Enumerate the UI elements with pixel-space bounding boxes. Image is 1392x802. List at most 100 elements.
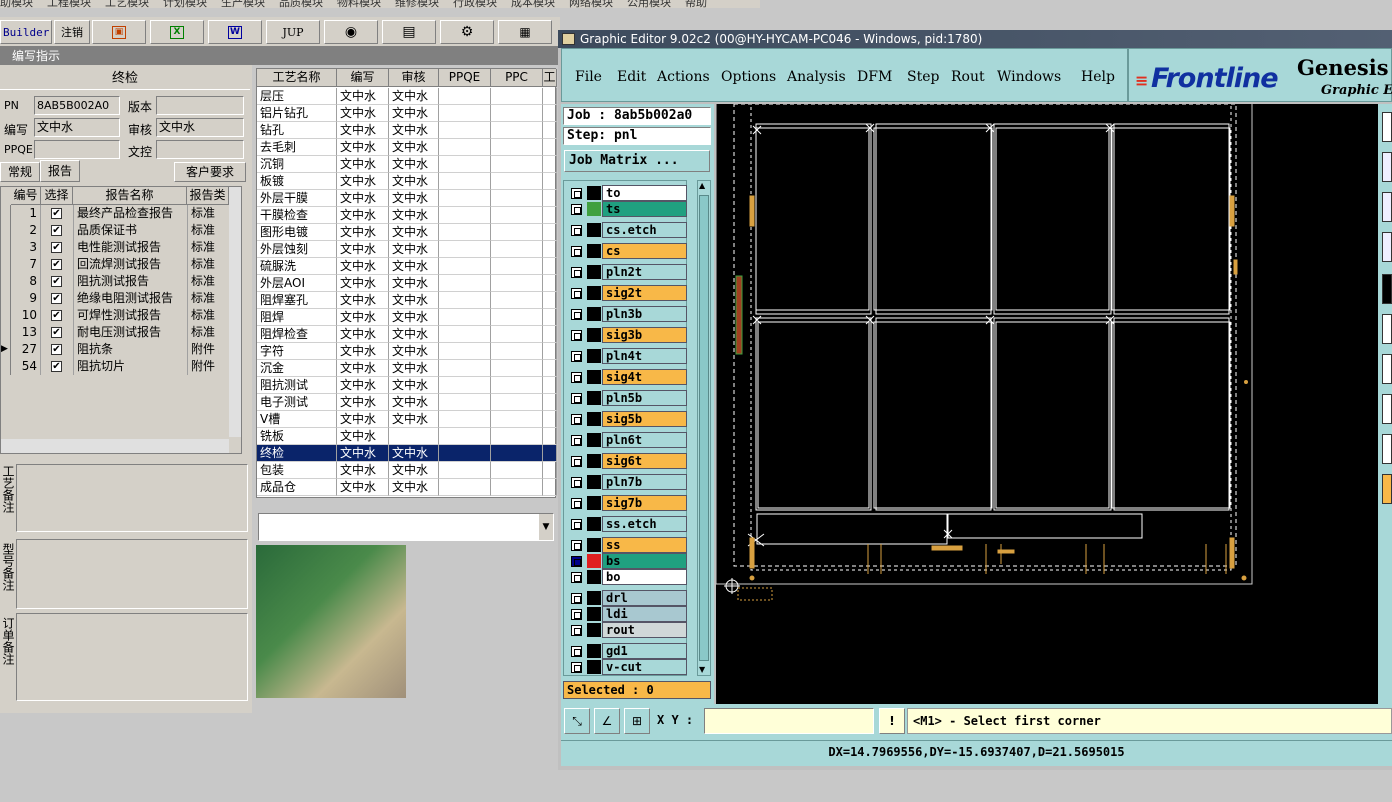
tool-button-10[interactable] <box>1382 474 1392 504</box>
job-matrix-button[interactable]: Job Matrix ... <box>564 150 710 172</box>
menu-rout[interactable]: Rout <box>951 69 985 85</box>
layer-name[interactable]: pln5b <box>602 390 687 406</box>
layer-name[interactable]: sig3b <box>602 327 687 343</box>
layer-checkbox[interactable] <box>571 556 582 567</box>
ppqe-field[interactable] <box>34 140 120 159</box>
report-row[interactable]: 54 ✔ 阻抗切片 附件 <box>1 358 229 375</box>
xy-input[interactable] <box>704 708 874 734</box>
layer-row-rout[interactable]: rout <box>569 622 687 639</box>
layer-row-sig7b[interactable]: sig7b <box>569 495 687 512</box>
col-header-ppc[interactable]: PPC <box>491 69 543 87</box>
report-row[interactable]: 3 ✔ 电性能测试报告 标准 <box>1 239 229 256</box>
layer-color-swatch[interactable] <box>587 517 601 531</box>
process-row[interactable]: 字符 文中水 文中水 <box>257 343 557 360</box>
order-note-field[interactable] <box>16 613 248 701</box>
process-row[interactable]: 阻焊 文中水 文中水 <box>257 309 557 326</box>
top-menu-item[interactable]: 生产模块 <box>221 0 265 8</box>
layer-color-swatch[interactable] <box>587 328 601 342</box>
layer-name[interactable]: drl <box>602 590 687 606</box>
word-button[interactable]: W <box>208 20 262 44</box>
tool-button-8[interactable] <box>1382 394 1392 424</box>
report-row[interactable]: 10 ✔ 可焊性测试报告 标准 <box>1 307 229 324</box>
col-header-review[interactable]: 审核 <box>389 69 439 87</box>
layer-color-swatch[interactable] <box>587 644 601 658</box>
layer-name[interactable]: pln6t <box>602 432 687 448</box>
tool-button-2[interactable] <box>1382 152 1392 182</box>
col-header-author[interactable]: 编写 <box>337 69 389 87</box>
layer-color-swatch[interactable] <box>587 307 601 321</box>
scroll-thumb[interactable] <box>699 195 709 661</box>
view-button[interactable]: ◉ <box>324 20 378 44</box>
process-row[interactable]: 包装 文中水 文中水 <box>257 462 557 479</box>
tool-button-1[interactable] <box>1382 112 1392 142</box>
top-menu-item[interactable]: 助模块 <box>0 0 33 8</box>
layer-checkbox[interactable] <box>571 498 582 509</box>
report-select-checkbox[interactable]: ✔ <box>51 310 62 321</box>
process-row[interactable]: 钻孔 文中水 文中水 <box>257 122 557 139</box>
layer-color-swatch[interactable] <box>587 554 601 568</box>
layer-row-bs[interactable]: bs <box>569 553 687 570</box>
report-row[interactable]: 9 ✔ 绝缘电阻测试报告 标准 <box>1 290 229 307</box>
report-row[interactable]: 1 ✔ 最终产品检查报告 标准 <box>1 205 229 222</box>
layer-checkbox[interactable] <box>571 609 582 620</box>
layer-color-swatch[interactable] <box>587 265 601 279</box>
layer-name[interactable]: ts <box>602 201 687 217</box>
layer-color-swatch[interactable] <box>587 570 601 584</box>
menu-help[interactable]: Help <box>1081 69 1115 85</box>
layer-row-pln7b[interactable]: pln7b <box>569 474 687 491</box>
layer-row-gd1[interactable]: gd1 <box>569 643 687 660</box>
layer-row-pln2t[interactable]: pln2t <box>569 264 687 281</box>
layer-color-swatch[interactable] <box>587 607 601 621</box>
layer-name[interactable]: pln4t <box>602 348 687 364</box>
layer-color-swatch[interactable] <box>587 223 601 237</box>
graphic-canvas[interactable] <box>716 104 1378 704</box>
tool-button-3[interactable] <box>1382 192 1392 222</box>
doc-control-field[interactable] <box>156 140 244 159</box>
process-row[interactable]: 干膜检查 文中水 文中水 <box>257 207 557 224</box>
col-header-report-name[interactable]: 报告名称 <box>73 187 187 205</box>
layer-checkbox[interactable] <box>571 572 582 583</box>
report-select-checkbox[interactable]: ✔ <box>51 242 62 253</box>
process-row[interactable]: 沉铜 文中水 文中水 <box>257 156 557 173</box>
layer-name[interactable]: gd1 <box>602 643 687 659</box>
layer-checkbox[interactable] <box>571 267 582 278</box>
layer-checkbox[interactable] <box>571 330 582 341</box>
layer-name[interactable]: cs <box>602 243 687 259</box>
process-row[interactable]: 终检 文中水 文中水 <box>257 445 557 462</box>
menu-options[interactable]: Options <box>721 69 776 85</box>
layer-checkbox[interactable] <box>571 204 582 215</box>
layer-checkbox[interactable] <box>571 351 582 362</box>
report-select-checkbox[interactable]: ✔ <box>51 293 62 304</box>
layer-checkbox[interactable] <box>571 519 582 530</box>
layer-checkbox[interactable] <box>571 225 582 236</box>
report-select-checkbox[interactable]: ✔ <box>51 327 62 338</box>
layer-color-swatch[interactable] <box>587 186 601 200</box>
process-row[interactable]: 图形电镀 文中水 文中水 <box>257 224 557 241</box>
layer-row-sig2t[interactable]: sig2t <box>569 285 687 302</box>
layer-row-ts[interactable]: ts <box>569 201 687 218</box>
layer-row-ss[interactable]: ss <box>569 537 687 554</box>
layer-color-swatch[interactable] <box>587 475 601 489</box>
layer-color-swatch[interactable] <box>587 412 601 426</box>
layer-color-swatch[interactable] <box>587 496 601 510</box>
author-field[interactable]: 文中水 <box>34 118 120 137</box>
top-menu-item[interactable]: 行政模块 <box>453 0 497 8</box>
process-row[interactable]: 外层蚀刻 文中水 文中水 <box>257 241 557 258</box>
report-scrollbar[interactable] <box>229 187 241 437</box>
layer-name[interactable]: pln2t <box>602 264 687 280</box>
layer-name[interactable]: cs.etch <box>602 222 687 238</box>
layer-row-sig5b[interactable]: sig5b <box>569 411 687 428</box>
report-hscrollbar[interactable] <box>1 439 229 453</box>
network-button[interactable]: ⚙ <box>440 20 494 44</box>
scroll-down-icon[interactable]: ▼ <box>699 665 709 675</box>
layer-checkbox[interactable] <box>571 435 582 446</box>
layer-row-drl[interactable]: drl <box>569 590 687 607</box>
menu-step[interactable]: Step <box>907 69 939 85</box>
report-row[interactable]: 8 ✔ 阻抗测试报告 标准 <box>1 273 229 290</box>
process-row[interactable]: V槽 文中水 文中水 <box>257 411 557 428</box>
report-select-checkbox[interactable]: ✔ <box>51 225 62 236</box>
pn-field[interactable]: 8AB5B002A0 <box>34 96 120 115</box>
layer-name[interactable]: bo <box>602 569 687 585</box>
layer-color-swatch[interactable] <box>587 538 601 552</box>
layer-name[interactable]: ldi <box>602 606 687 622</box>
